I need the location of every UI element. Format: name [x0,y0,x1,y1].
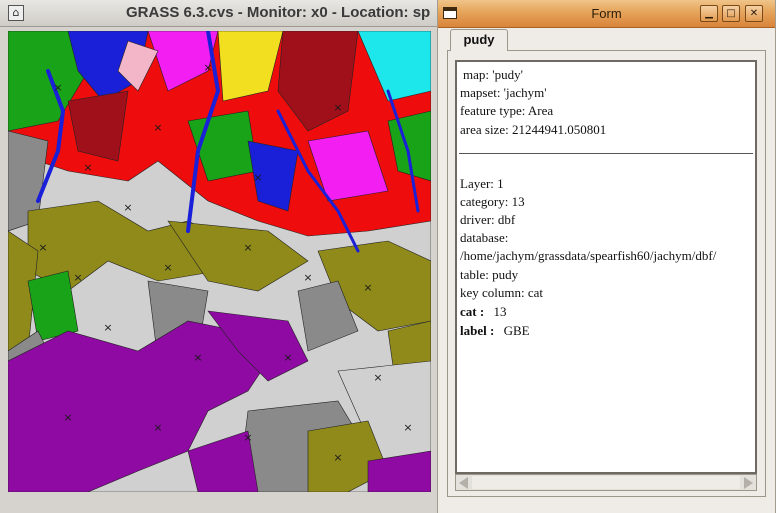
centroid-marker: × [153,121,162,134]
centroid-marker: × [403,421,412,434]
database-label: database: [460,230,509,245]
tab-pudy[interactable]: pudy [450,29,508,51]
centroid-marker: × [63,411,72,424]
section-divider [459,153,753,154]
monitor-bottom-border [0,492,438,513]
maximize-button[interactable]: □ [722,5,740,22]
attribute-row-cat: cat : 13 [460,304,506,320]
key-column-text: key column: cat [460,285,544,300]
attribute-info-box: map: 'pudy' mapset: 'jachym' feature typ… [455,60,757,474]
area-size-text: area size: 21244941.050801 [460,122,607,137]
horizontal-scrollbar[interactable] [455,474,757,491]
centroid-marker: × [373,371,382,384]
centroid-marker: × [283,351,292,364]
layer-text: Layer: 1 [460,176,504,191]
form-window: Form ▁ □ ✕ pudy map: 'pudy' mapset: 'jac… [437,0,776,513]
attribute-name: label : [460,323,495,338]
monitor-window: ⌂ GRASS 6.3.cvs - Monitor: x0 - Location… [0,0,438,513]
monitor-titlebar[interactable]: ⌂ GRASS 6.3.cvs - Monitor: x0 - Location… [0,0,438,27]
tab-panel: map: 'pudy' mapset: 'jachym' feature typ… [447,50,766,497]
centroid-marker: × [203,61,212,74]
category-text: category: 13 [460,194,525,209]
attribute-value[interactable]: 13 [493,304,506,319]
form-titlebar[interactable]: Form ▁ □ ✕ [438,0,775,28]
attribute-value[interactable]: GBE [504,323,530,338]
centroid-marker: × [333,101,342,114]
scroll-right-icon[interactable] [744,477,753,489]
window-menu-icon[interactable]: ⌂ [8,5,24,21]
close-button[interactable]: ✕ [745,5,763,22]
centroid-marker: × [83,161,92,174]
centroid-marker: × [53,81,62,94]
attribute-row-label: label : GBE [460,323,530,339]
centroid-marker: × [103,321,112,334]
database-path-text: /home/jachym/grassdata/spearfish60/jachy… [460,248,717,263]
close-icon: ✕ [749,8,759,19]
map-name-text: map: 'pudy' [463,67,523,82]
map-display[interactable]: × × × × × × × × × × × × × × × × × × × × × × [8,31,431,492]
scroll-trough[interactable] [472,476,740,489]
centroid-marker: × [163,261,172,274]
minimize-icon: ▁ [705,8,713,19]
centroid-marker: × [123,201,132,214]
mapset-text: mapset: 'jachym' [460,85,547,100]
driver-text: driver: dbf [460,212,516,227]
monitor-title: GRASS 6.3.cvs - Monitor: x0 - Location: … [126,4,431,21]
table-text: table: pudy [460,267,519,282]
soil-map-canvas[interactable]: × × × × × × × × × × × × × × × × × × × × × × [8,31,431,492]
centroid-marker: × [253,171,262,184]
attribute-name: cat : [460,304,485,319]
scroll-left-icon[interactable] [459,477,468,489]
minimize-button[interactable]: ▁ [700,5,718,22]
centroid-marker: × [333,451,342,464]
centroid-marker: × [38,241,47,254]
centroid-marker: × [243,431,252,444]
centroid-marker: × [303,271,312,284]
centroid-marker: × [73,271,82,284]
centroid-marker: × [363,281,372,294]
centroid-marker: × [153,421,162,434]
maximize-icon: □ [726,8,736,19]
centroid-marker: × [243,241,252,254]
feature-type-text: feature type: Area [460,103,554,118]
centroid-marker: × [193,351,202,364]
